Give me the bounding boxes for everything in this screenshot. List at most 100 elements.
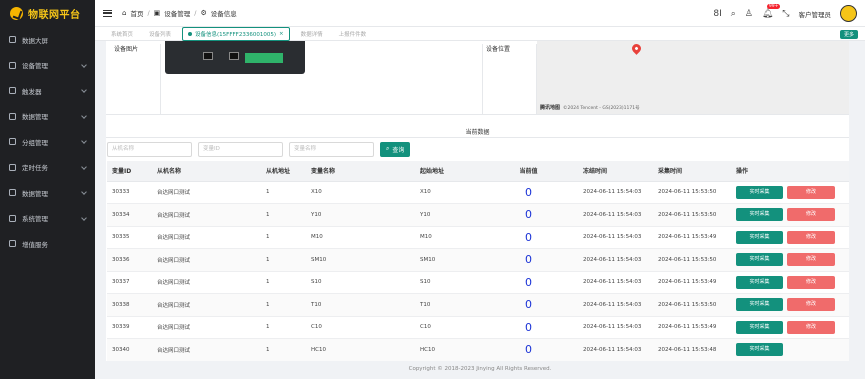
table-cell: 0 (479, 293, 578, 317)
chevron-down-icon (81, 138, 87, 144)
table-cell: Y10 (306, 203, 415, 227)
actions-cell: 实时采集 修改 (731, 271, 849, 294)
tab-label: 系统首页 (111, 31, 134, 38)
sidebar-item[interactable]: 触发器 (0, 78, 95, 104)
menu-toggle-icon[interactable] (103, 9, 112, 17)
column-header: 采集时间 (653, 161, 731, 182)
realtime-collect-button[interactable]: 实时采集 (736, 275, 783, 289)
user-name[interactable]: 客户管理员 (799, 9, 832, 19)
realtime-collect-button[interactable]: 实时采集 (736, 208, 783, 222)
table-cell: 30340 (107, 338, 152, 361)
table-cell: 2024-06-11 15:53:50 (653, 293, 731, 317)
realtime-collect-label: 实时采集 (749, 233, 770, 240)
table-row: 30335 台达网口测试 1 M10 M10 0 2024-06-11 15:54:03 20… (107, 226, 849, 249)
edit-button[interactable]: 修改 (787, 320, 835, 334)
query-label: 查询 (392, 146, 405, 154)
edit-button[interactable]: 修改 (787, 230, 835, 244)
breadcrumb-device-info: 设备信息 (210, 10, 237, 18)
tab[interactable]: 设备信息(15FFFF2336001005) × (182, 26, 290, 41)
logo[interactable]: 物联网平台 (0, 0, 95, 27)
table-body: 30333 台达网口测试 1 X10 X10 0 2024-06-11 15:54:03 20… (107, 181, 849, 361)
breadcrumb-device-manage[interactable]: 设备管理 (164, 8, 190, 18)
tab[interactable]: 设备列表 (144, 27, 176, 41)
search-icon[interactable]: ⌕ (731, 9, 736, 19)
chevron-down-icon (81, 189, 87, 195)
location-map[interactable]: 腾讯地图 ©2024 Tencent - GS(2023)1171号 (537, 41, 849, 114)
avatar[interactable] (840, 5, 857, 22)
sidebar-item-label: 触发器 (22, 87, 42, 96)
column-header: 从机地址 (261, 161, 306, 182)
table-cell: C10 (415, 316, 479, 339)
edit-button[interactable]: 修改 (787, 185, 835, 199)
edit-button[interactable]: 修改 (787, 253, 835, 267)
edit-label: 修改 (805, 278, 816, 285)
sidebar-item[interactable]: 定时任务 (0, 155, 95, 181)
realtime-collect-label: 实时采集 (749, 188, 770, 195)
var-name-input[interactable] (289, 141, 374, 157)
realtime-collect-button[interactable]: 实时采集 (736, 298, 783, 312)
table-cell: 台达网口测试 (152, 293, 261, 317)
var-id-input[interactable] (198, 141, 283, 157)
sidebar-item-label: 数据管理 (22, 113, 48, 122)
tab[interactable]: 数据详情 (296, 27, 328, 41)
sidebar-item[interactable]: 数据大屏 (0, 27, 95, 53)
table-cell: Y10 (415, 203, 479, 227)
table-header: 变量ID 从机名称 从机地址 变量名称 起始地址 当前值 冻结时间 采集时间 操作 (107, 161, 849, 182)
table-cell: 2024-06-11 15:53:50 (653, 203, 731, 227)
home-icon: ⌂ (122, 9, 127, 17)
chevron-down-icon (81, 61, 87, 68)
realtime-collect-button[interactable]: 实时采集 (736, 185, 783, 199)
tab-label: 数据详情 (300, 31, 323, 38)
table-cell: 2024-06-11 15:53:49 (653, 226, 731, 249)
close-icon[interactable]: × (279, 31, 284, 37)
tab[interactable]: 上报件件数 (334, 27, 372, 41)
realtime-collect-button[interactable]: 实时采集 (736, 320, 783, 334)
map-pin-icon[interactable] (630, 42, 643, 55)
table-cell: 1 (261, 271, 306, 294)
table-row: 30336 台达网口测试 1 SM10 SM10 0 2024-06-11 15:54:03… (107, 248, 849, 272)
realtime-collect-label: 实时采集 (749, 256, 770, 263)
system-icon (9, 214, 16, 222)
edit-button[interactable]: 修改 (787, 298, 835, 312)
slave-name-input[interactable] (107, 141, 192, 157)
code-icon[interactable]: 8Ⅰ (713, 9, 721, 19)
sidebar-item-label: 定时任务 (22, 164, 48, 173)
sidebar-item[interactable]: 数据管理 (0, 180, 95, 206)
realtime-collect-label: 实时采集 (749, 346, 770, 353)
edit-button[interactable]: 修改 (787, 208, 835, 222)
edit-button[interactable]: 修改 (787, 275, 835, 289)
sidebar-item[interactable]: 数据管理 (0, 104, 95, 130)
sidebar-item[interactable]: 系统管理 (0, 206, 95, 232)
realtime-collect-button[interactable]: 实时采集 (736, 230, 783, 244)
search-form: ⌕ 查询 (107, 141, 411, 157)
map-brand: 腾讯地图 (540, 105, 561, 111)
sidebar-item[interactable]: 增值服务 (0, 231, 95, 257)
more-tabs-button[interactable]: 更多 (839, 30, 858, 39)
table-row: 30334 台达网口测试 1 Y10 Y10 0 2024-06-11 15:54:03 20… (107, 203, 849, 227)
logo-icon (10, 7, 23, 20)
realtime-collect-button[interactable]: 实时采集 (736, 343, 783, 357)
table-cell: 1 (261, 226, 306, 249)
table-cell: 0 (479, 226, 578, 249)
fullscreen-icon[interactable]: ⤡ (782, 9, 789, 19)
realtime-collect-button[interactable]: 实时采集 (736, 253, 783, 267)
breadcrumb-home[interactable]: 首页 (130, 8, 143, 18)
sidebar-item[interactable]: 设备管理 (0, 53, 95, 79)
bell-icon[interactable]: 🔔︎ 99+ (762, 3, 781, 19)
sidebar-item[interactable]: 分组管理 (0, 129, 95, 155)
tab-label: 上报件件数 (338, 31, 367, 38)
table-cell: 台达网口测试 (152, 248, 261, 272)
table-row: 30337 台达网口测试 1 S10 S10 0 2024-06-11 15:54:03 20… (107, 271, 849, 294)
query-button[interactable]: ⌕ 查询 (380, 141, 411, 157)
tab[interactable]: 系统首页 (106, 27, 138, 41)
table-row: 30340 台达网口测试 1 HC10 HC10 0 2024-06-11 15:54:03… (107, 338, 849, 361)
table-row: 30338 台达网口测试 1 T10 T10 0 2024-06-11 15:54:03 20… (107, 293, 849, 317)
chevron-down-icon (81, 214, 87, 221)
map-copyright: ©2024 Tencent - GS(2023)1171号 (563, 105, 640, 111)
shirt-icon[interactable]: ♙ (745, 9, 753, 19)
sidebar-item-label: 数据大屏 (22, 36, 48, 45)
table-cell: 2024-06-11 15:54:03 (578, 316, 653, 339)
breadcrumb: ⌂ 首页 / ▣ 设备管理 / ⚙ 设备信息 (122, 8, 237, 18)
table-cell: 台达网口测试 (152, 181, 261, 204)
table-cell: 台达网口测试 (152, 271, 261, 294)
